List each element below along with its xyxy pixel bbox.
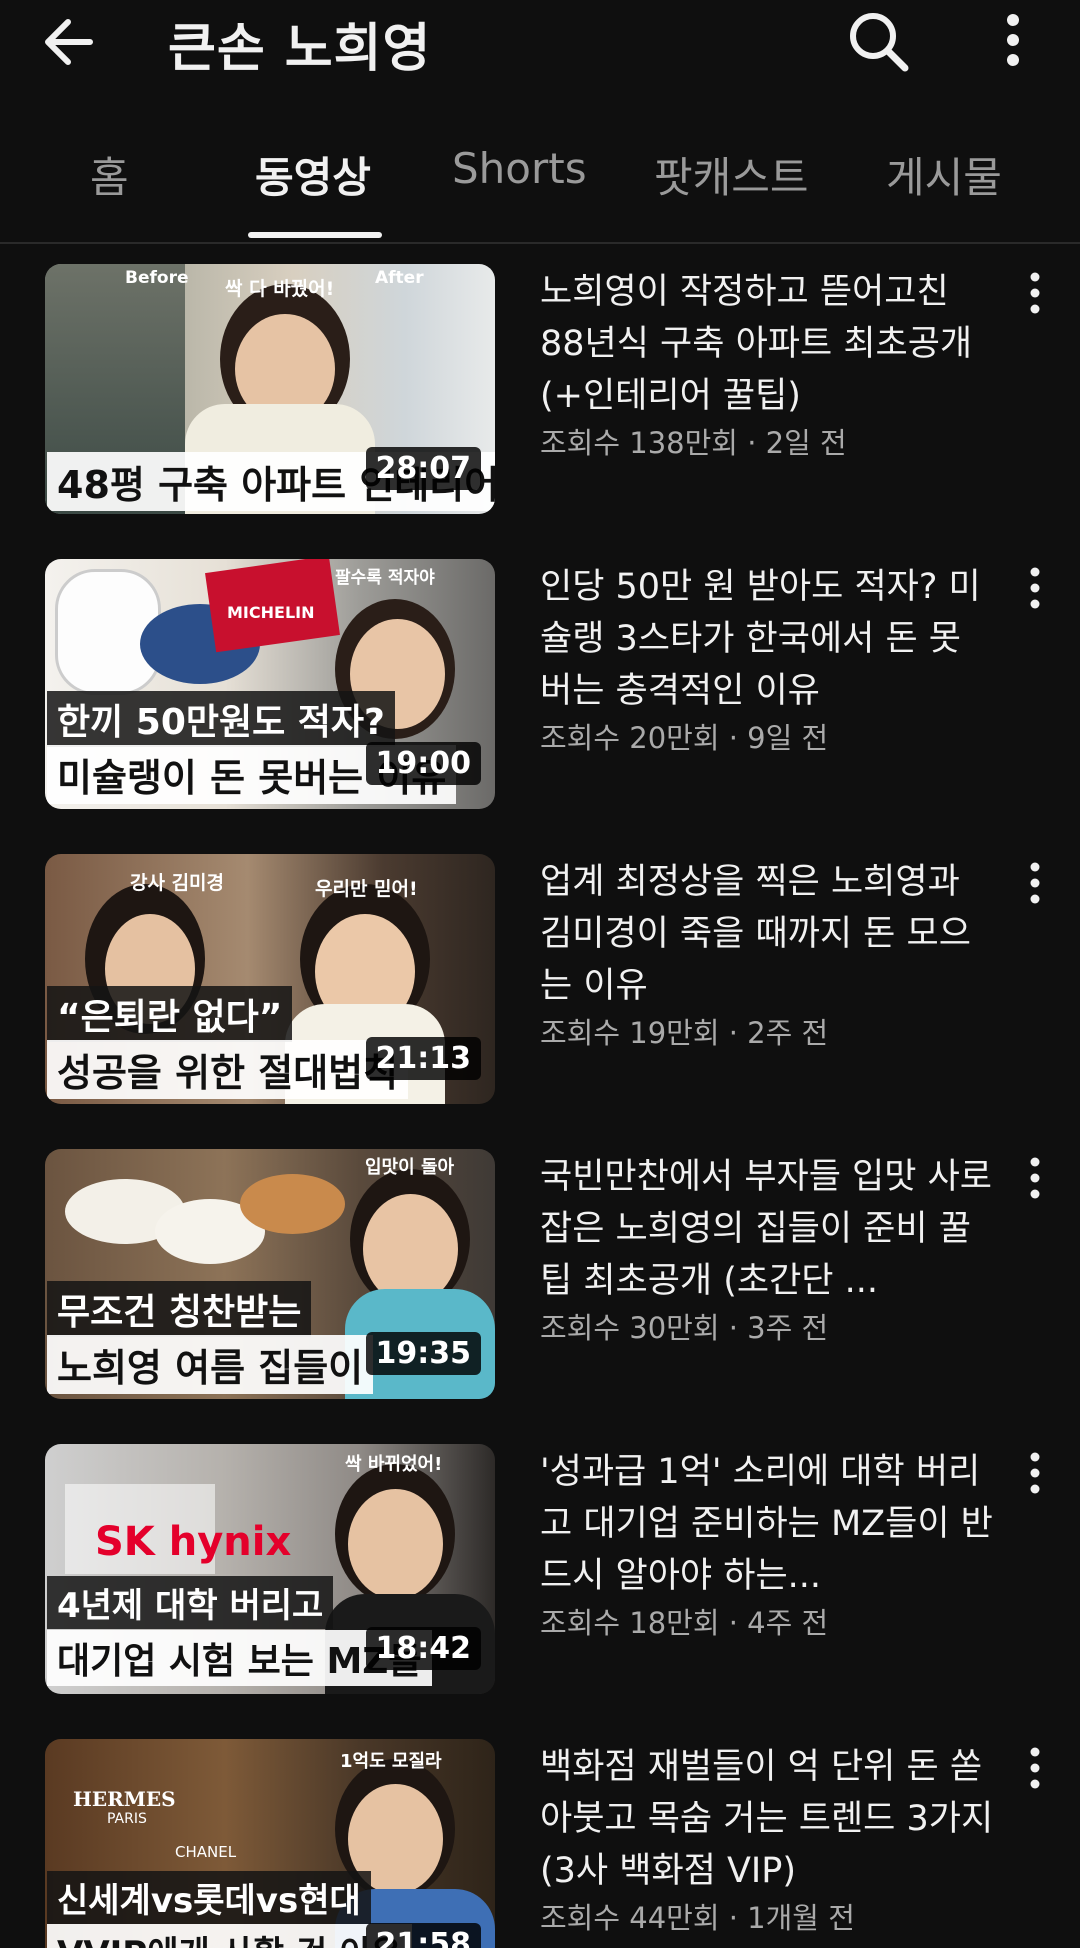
more-vert-icon [1030,1747,1040,1789]
video-title[interactable]: '성과급 1억' 소리에 대학 버리고 대기업 준비하는 MZ들이 반드시 알아… [540,1446,1000,1602]
thumbnail-caption: 우리만 믿어! [315,878,418,900]
thumbnail-headline: VVIP에게 사활 건 이유 [47,1924,412,1948]
video-info: '성과급 1억' 소리에 대학 버리고 대기업 준비하는 MZ들이 반드시 알아… [540,1446,1000,1642]
tab-posts[interactable]: 게시물 [886,144,1002,205]
video-meta: 조회수 30만회 · 3주 전 [540,1311,829,1345]
back-arrow-icon [45,19,93,65]
video-meta: 조회수 20만회 · 9일 전 [540,721,829,755]
more-vert-icon [1030,862,1040,904]
thumbnail-caption: 1억도 모질라 [340,1751,442,1772]
video-thumbnail[interactable]: MICHELIN 팔수록 적자야 한끼 50만원도 적자? 미슐랭이 돈 못버는… [45,559,495,809]
more-vert-icon [1030,567,1040,609]
video-thumbnail[interactable]: SK hynix 싹 바뀌었어! 4년제 대학 버리고 대기업 시험 보는 MZ… [45,1444,495,1694]
video-item[interactable]: 강사 김미경 우리만 믿어! “은퇴란 없다” 성공을 위한 절대법칙 21:1… [0,854,1080,1104]
video-thumbnail[interactable]: Before 싹 다 바꿨어! After 48평 구축 아파트 인테리어 28… [45,264,495,514]
video-info: 노희영이 작정하고 뜯어고친 88년식 구축 아파트 최초공개 (+인테리어 꿀… [540,266,1000,462]
video-item[interactable]: HERMES PARIS CHANEL 1억도 모질라 신세계vs롯데vs현대 … [0,1739,1080,1948]
tab-videos[interactable]: 동영상 [255,144,371,205]
thumbnail-caption: 싹 바뀌었어! [345,1454,443,1475]
tab-selected-indicator [248,232,382,238]
video-duration: 21:58 [365,1923,481,1948]
video-more-button[interactable] [1022,1155,1048,1201]
thumbnail-caption: 팔수록 적자야 [335,568,435,588]
video-title[interactable]: 백화점 재벌들이 억 단위 돈 쏟아붓고 목숨 거는 트렌드 3가지 (3사 백… [540,1741,1000,1897]
more-vert-icon [1030,272,1040,314]
video-duration: 19:00 [365,742,481,785]
video-item[interactable]: 입맛이 돌아 무조건 칭찬받는 노희영 여름 집들이 19:35 국빈만찬에서 … [0,1149,1080,1399]
video-meta: 조회수 44만회 · 1개월 전 [540,1901,855,1935]
video-info: 백화점 재벌들이 억 단위 돈 쏟아붓고 목숨 거는 트렌드 3가지 (3사 백… [540,1741,1000,1937]
back-button[interactable] [40,12,120,72]
channel-tabs: 홈 동영상 Shorts 팟캐스트 게시물 [0,130,1080,244]
video-thumbnail[interactable]: HERMES PARIS CHANEL 1억도 모질라 신세계vs롯데vs현대 … [45,1739,495,1948]
thumbnail-headline: 무조건 칭찬받는 [47,1281,312,1337]
video-meta: 조회수 138만회 · 2일 전 [540,426,847,460]
video-more-button[interactable] [1022,270,1048,316]
thumbnail-headline: 성공을 위한 절대법칙 [47,1040,409,1099]
video-item[interactable]: Before 싹 다 바꿨어! After 48평 구축 아파트 인테리어 28… [0,264,1080,514]
video-title[interactable]: 노희영이 작정하고 뜯어고친 88년식 구축 아파트 최초공개 (+인테리어 꿀… [540,266,1000,422]
video-more-button[interactable] [1022,565,1048,611]
video-more-button[interactable] [1022,860,1048,906]
thumbnail-caption: HERMES [73,1787,176,1811]
more-vert-icon [1030,1452,1040,1494]
video-duration: 19:35 [365,1332,481,1375]
video-info: 국빈만찬에서 부자들 입맛 사로잡은 노희영의 집들이 준비 꿀팁 최초공개 (… [540,1151,1000,1347]
video-thumbnail[interactable]: 입맛이 돌아 무조건 칭찬받는 노희영 여름 집들이 19:35 [45,1149,495,1399]
thumbnail-caption: After [375,268,424,288]
thumbnail-caption: 싹 다 바꿨어! [225,278,335,300]
more-vert-icon [1007,14,1019,66]
video-duration: 18:42 [365,1627,481,1670]
thumbnail-headline: 한끼 50만원도 적자? [47,691,395,747]
thumbnail-caption: 입맛이 돌아 [365,1157,455,1178]
video-info: 업계 최정상을 찍은 노희영과 김미경이 죽을 때까지 돈 모으는 이유 조회수… [540,856,1000,1052]
tab-home[interactable]: 홈 [90,144,129,205]
video-item[interactable]: SK hynix 싹 바뀌었어! 4년제 대학 버리고 대기업 시험 보는 MZ… [0,1444,1080,1694]
video-more-button[interactable] [1022,1745,1048,1791]
channel-title: 큰손 노희영 [168,19,432,79]
video-info: 인당 50만 원 받아도 적자? 미슐랭 3스타가 한국에서 돈 못 버는 충격… [540,561,1000,757]
more-options-button[interactable] [990,10,1036,70]
video-meta: 조회수 19만회 · 2주 전 [540,1016,829,1050]
video-title[interactable]: 국빈만찬에서 부자들 입맛 사로잡은 노희영의 집들이 준비 꿀팁 최초공개 (… [540,1151,1000,1307]
search-button[interactable] [845,8,911,74]
thumbnail-caption: SK hynix [95,1519,292,1565]
thumbnail-headline: 4년제 대학 버리고 [47,1576,334,1629]
thumbnail-caption: MICHELIN [227,603,315,622]
video-title[interactable]: 업계 최정상을 찍은 노희영과 김미경이 죽을 때까지 돈 모으는 이유 [540,856,1000,1012]
thumbnail-headline: “은퇴란 없다” [47,986,293,1042]
thumbnail-caption: Before [125,268,189,288]
more-vert-icon [1030,1157,1040,1199]
video-duration: 21:13 [365,1037,481,1080]
thumbnail-caption: CHANEL [175,1843,237,1861]
video-thumbnail[interactable]: 강사 김미경 우리만 믿어! “은퇴란 없다” 성공을 위한 절대법칙 21:1… [45,854,495,1104]
tab-shorts[interactable]: Shorts [452,144,587,193]
thumbnail-caption: 강사 김미경 [130,872,225,894]
video-duration: 28:07 [365,447,481,490]
thumbnail-headline: 신세계vs롯데vs현대 [47,1871,371,1924]
video-meta: 조회수 18만회 · 4주 전 [540,1606,829,1640]
app-header: 큰손 노희영 [0,0,1080,90]
thumbnail-caption: PARIS [107,1811,147,1827]
thumbnail-headline: 노희영 여름 집들이 [47,1335,374,1394]
tab-podcasts[interactable]: 팟캐스트 [654,144,809,205]
search-icon [850,13,909,72]
video-more-button[interactable] [1022,1450,1048,1496]
video-item[interactable]: MICHELIN 팔수록 적자야 한끼 50만원도 적자? 미슐랭이 돈 못버는… [0,559,1080,809]
video-title[interactable]: 인당 50만 원 받아도 적자? 미슐랭 3스타가 한국에서 돈 못 버는 충격… [540,561,1000,717]
